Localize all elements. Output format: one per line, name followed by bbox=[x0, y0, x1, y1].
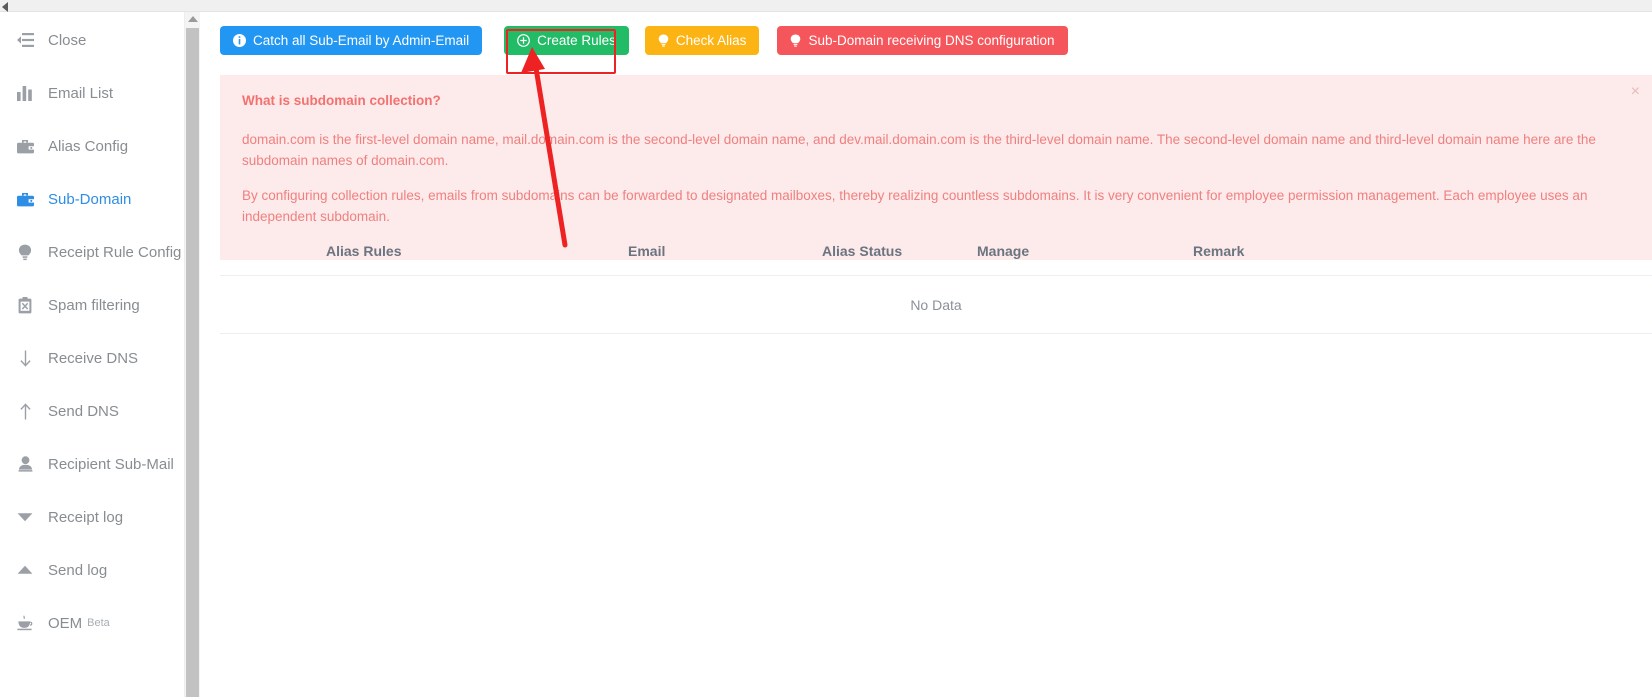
close-icon[interactable]: × bbox=[1631, 84, 1640, 100]
column-header-alias-status: Alias Status bbox=[822, 243, 903, 259]
briefcase-icon bbox=[14, 190, 36, 208]
table-empty-state: No Data bbox=[220, 276, 1652, 334]
bar-chart-icon bbox=[14, 84, 36, 102]
toolbar: Catch all Sub-Email by Admin-Email Creat… bbox=[220, 26, 1068, 74]
sidebar-item-recipient-sub-mail[interactable]: Recipient Sub-Mail bbox=[0, 449, 184, 479]
triangle-up-icon bbox=[14, 561, 36, 579]
sidebar-item-label: Send log bbox=[48, 561, 108, 579]
alias-rules-table: Alias Rules Email Alias Status Manage Re… bbox=[220, 225, 1652, 334]
column-header-email: Email bbox=[628, 243, 666, 259]
main-content: Catch all Sub-Email by Admin-Email Creat… bbox=[201, 12, 1652, 697]
lightbulb-icon bbox=[790, 34, 801, 47]
sidebar-item-receipt-log[interactable]: Receipt log bbox=[0, 502, 184, 532]
clipboard-x-icon bbox=[14, 296, 36, 314]
sidebar-item-close[interactable]: Close bbox=[0, 25, 184, 55]
triangle-down-icon bbox=[14, 508, 36, 526]
sidebar-item-label: Email List bbox=[48, 84, 114, 102]
column-header-remark: Remark bbox=[1193, 243, 1245, 259]
user-icon bbox=[14, 455, 36, 473]
window-top-strip bbox=[0, 0, 1652, 12]
sidebar-item-label: Spam filtering bbox=[48, 296, 140, 314]
check-alias-button[interactable]: Check Alias bbox=[644, 26, 760, 55]
menu-indent-icon bbox=[14, 31, 36, 49]
scroll-up-arrow-icon[interactable] bbox=[188, 16, 198, 22]
button-label: Check Alias bbox=[675, 32, 747, 48]
alert-paragraph-1: domain.com is the first-level domain nam… bbox=[242, 131, 1596, 168]
scrollbar-thumb[interactable] bbox=[186, 28, 199, 697]
column-header-manage: Manage bbox=[977, 243, 1030, 259]
column-header-alias-rules: Alias Rules bbox=[326, 243, 402, 259]
sidebar-item-label: Recipient Sub-Mail bbox=[48, 455, 174, 473]
sidebar-item-label: OEM bbox=[48, 614, 83, 632]
lightbulb-icon bbox=[658, 34, 669, 47]
sidebar-item-label: Close bbox=[48, 31, 87, 49]
cup-icon bbox=[14, 614, 36, 632]
sidebar-item-spam-filtering[interactable]: Spam filtering bbox=[0, 290, 184, 320]
sidebar-item-oem[interactable]: OEM Beta bbox=[0, 608, 184, 638]
sidebar-item-send-log[interactable]: Send log bbox=[0, 555, 184, 585]
sidebar-item-label: Alias Config bbox=[48, 137, 129, 155]
sidebar-item-sub-domain[interactable]: Sub-Domain bbox=[0, 184, 184, 214]
button-label: Create Rules bbox=[537, 32, 616, 48]
lightbulb-icon bbox=[14, 243, 36, 261]
caret-left-icon bbox=[2, 2, 8, 12]
briefcase-icon bbox=[14, 137, 36, 155]
arrow-down-icon bbox=[14, 349, 36, 367]
alert-title: What is subdomain collection? bbox=[242, 93, 441, 108]
button-label: Sub-Domain receiving DNS configuration bbox=[808, 32, 1055, 48]
plus-circle-icon bbox=[517, 34, 530, 47]
sub-domain-dns-config-button[interactable]: Sub-Domain receiving DNS configuration bbox=[777, 26, 1068, 55]
button-label: Catch all Sub-Email by Admin-Email bbox=[253, 32, 470, 48]
sidebar-item-alias-config[interactable]: Alias Config bbox=[0, 131, 184, 161]
table-header-row: Alias Rules Email Alias Status Manage Re… bbox=[220, 225, 1652, 276]
sidebar-item-label: Receipt log bbox=[48, 508, 124, 526]
sidebar-item-label: Receive DNS bbox=[48, 349, 139, 367]
no-data-message: No Data bbox=[910, 296, 962, 313]
sidebar-item-label: Sub-Domain bbox=[48, 190, 132, 208]
sidebar-item-badge: Beta bbox=[87, 617, 110, 629]
catch-all-sub-email-button[interactable]: Catch all Sub-Email by Admin-Email bbox=[220, 26, 483, 55]
sidebar: Close Email List Alias Config Sub-Domain bbox=[0, 12, 184, 697]
sidebar-item-label: Receipt Rule Config bbox=[48, 243, 182, 261]
arrow-up-icon bbox=[14, 402, 36, 420]
alert-paragraph-2: By configuring collection rules, emails … bbox=[242, 187, 1588, 224]
app-root: Close Email List Alias Config Sub-Domain bbox=[0, 0, 1652, 697]
sidebar-item-receipt-rule-config[interactable]: Receipt Rule Config bbox=[0, 237, 184, 267]
create-rules-button[interactable]: Create Rules bbox=[504, 26, 629, 55]
info-circle-icon bbox=[233, 34, 246, 47]
sidebar-item-label: Send DNS bbox=[48, 402, 119, 420]
sidebar-item-receive-dns[interactable]: Receive DNS bbox=[0, 343, 184, 373]
sidebar-item-send-dns[interactable]: Send DNS bbox=[0, 396, 184, 426]
sidebar-item-email-list[interactable]: Email List bbox=[0, 78, 184, 108]
sidebar-scrollbar[interactable] bbox=[184, 12, 200, 697]
